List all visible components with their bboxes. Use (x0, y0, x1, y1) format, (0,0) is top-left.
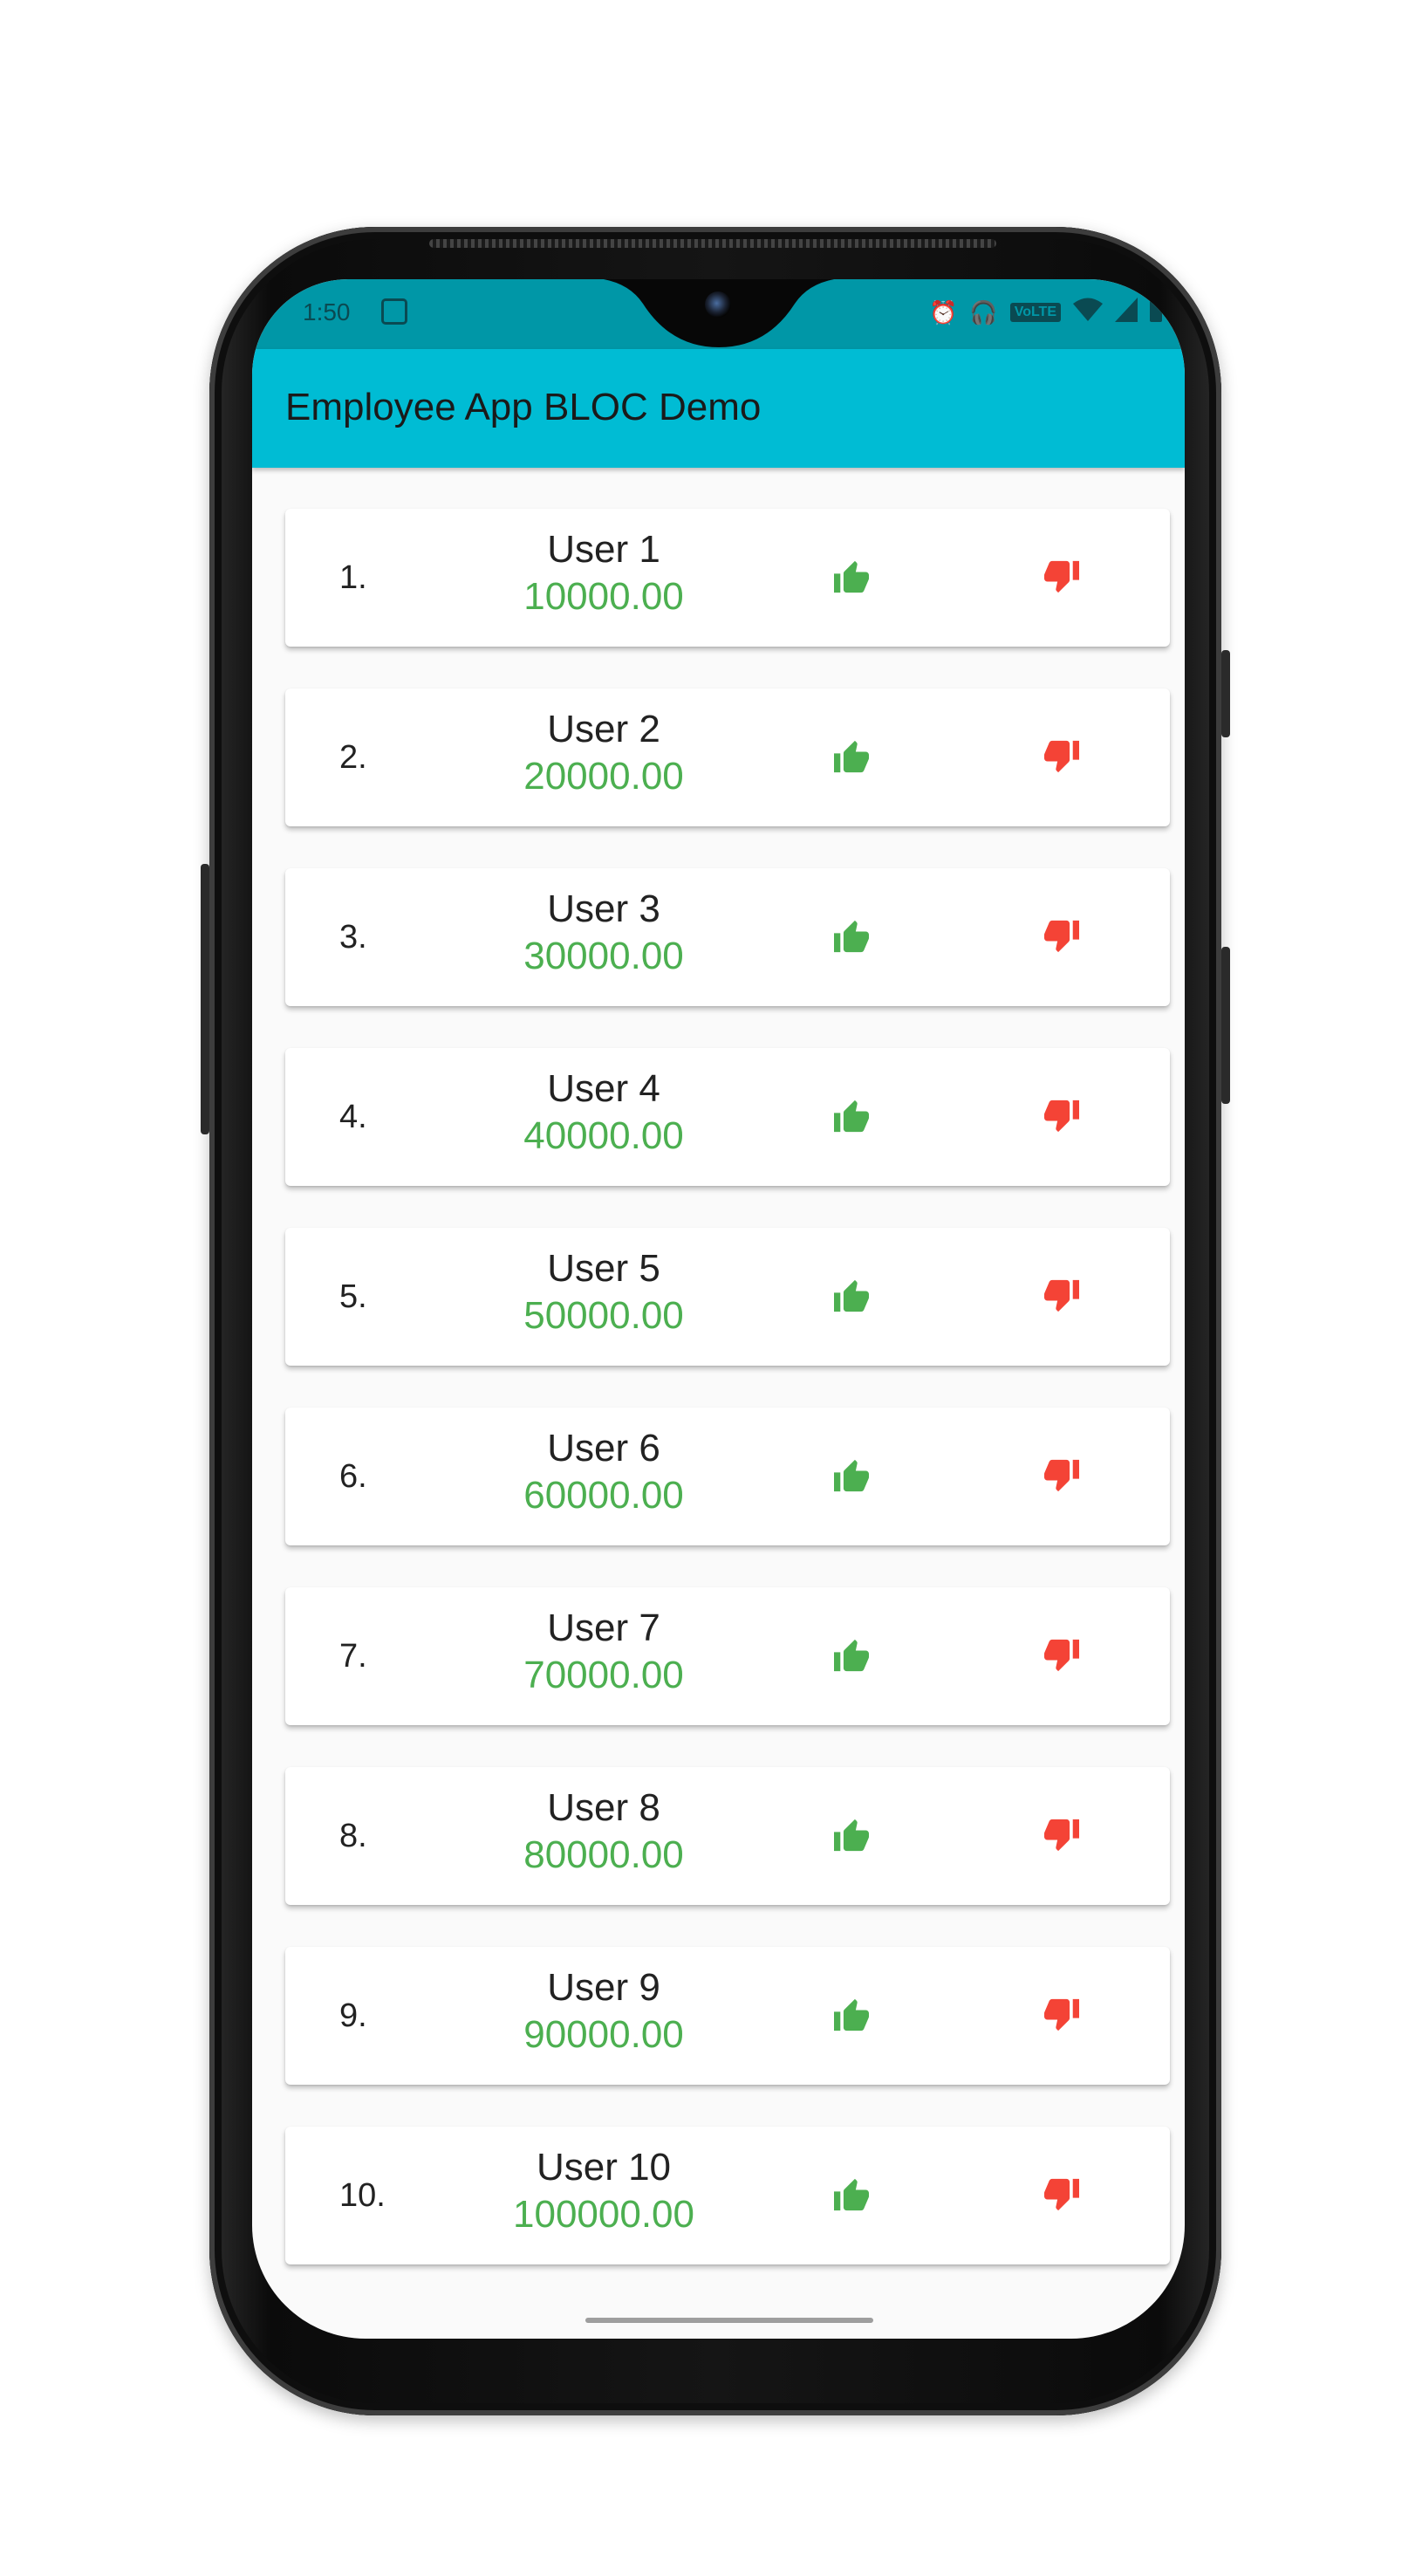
employee-card-8: 8. User 8 80000.00 (285, 1767, 1170, 1905)
thumb-up-icon[interactable] (831, 915, 872, 957)
thumb-down-icon[interactable] (1041, 1634, 1083, 1676)
page: 1:50 ⏰ 🎧 VoLTE Employee App BLOC Demo 1.… (0, 0, 1422, 2576)
employee-salary: 10000.00 (523, 575, 684, 618)
employee-index: 8. (339, 1818, 367, 1854)
thumb-down-icon[interactable] (1041, 2174, 1083, 2216)
thumb-down-icon[interactable] (1041, 915, 1083, 957)
employee-card-10: 10. User 10 100000.00 (285, 2127, 1170, 2264)
thumb-down-icon[interactable] (1041, 736, 1083, 778)
employee-name: User 2 (547, 708, 660, 750)
home-indicator[interactable] (585, 2318, 873, 2323)
employee-name: User 8 (547, 1786, 660, 1829)
earpiece-speaker (429, 239, 996, 248)
thumb-down-icon[interactable] (1041, 1814, 1083, 1856)
thumb-up-icon[interactable] (831, 2174, 872, 2216)
employee-salary: 100000.00 (513, 2193, 694, 2236)
app-bar-title: Employee App BLOC Demo (285, 386, 762, 428)
employee-index: 9. (339, 1997, 367, 2034)
employee-index: 7. (339, 1638, 367, 1675)
employee-name: User 4 (547, 1067, 660, 1110)
thumb-up-icon[interactable] (831, 1994, 872, 2036)
thumb-down-icon[interactable] (1041, 1275, 1083, 1317)
thumb-up-icon[interactable] (831, 1275, 872, 1317)
employee-card-2: 2. User 2 20000.00 (285, 689, 1170, 826)
thumb-down-icon[interactable] (1041, 1095, 1083, 1137)
thumb-up-icon[interactable] (831, 1095, 872, 1137)
employee-index: 5. (339, 1278, 367, 1315)
employee-card-5: 5. User 5 50000.00 (285, 1228, 1170, 1366)
thumb-up-icon[interactable] (831, 556, 872, 598)
employee-name: User 9 (547, 1966, 660, 2009)
employee-index: 1. (339, 559, 367, 596)
employee-salary: 60000.00 (523, 1474, 684, 1517)
app-notification-icon (381, 298, 407, 325)
employee-card-1: 1. User 1 10000.00 (285, 509, 1170, 647)
status-time: 1:50 (303, 298, 351, 325)
thumb-down-icon[interactable] (1041, 1455, 1083, 1497)
employee-salary: 30000.00 (523, 935, 684, 977)
thumb-up-icon[interactable] (831, 1814, 872, 1856)
employee-index: 10. (339, 2177, 386, 2214)
employee-name: User 3 (547, 887, 660, 930)
employee-index: 2. (339, 739, 367, 776)
employee-salary: 20000.00 (523, 755, 684, 798)
volte-icon: VoLTE (1009, 303, 1061, 322)
screen: 1:50 ⏰ 🎧 VoLTE Employee App BLOC Demo 1.… (252, 279, 1185, 2339)
signal-icon (1115, 297, 1138, 328)
employee-name: User 7 (547, 1607, 660, 1649)
employee-index: 3. (339, 919, 367, 956)
employee-name: User 6 (547, 1427, 660, 1470)
thumb-down-icon[interactable] (1041, 556, 1083, 598)
alarm-icon: ⏰ (928, 298, 958, 325)
employee-name: User 1 (547, 528, 660, 571)
employee-name: User 5 (547, 1247, 660, 1290)
alert-slider (1221, 947, 1230, 1104)
employee-name: User 10 (536, 2146, 672, 2189)
employee-index: 6. (339, 1458, 367, 1495)
employee-salary: 40000.00 (523, 1114, 684, 1157)
employee-card-9: 9. User 9 90000.00 (285, 1947, 1170, 2085)
status-icons: ⏰ 🎧 VoLTE (929, 297, 1162, 328)
employee-index: 4. (339, 1099, 367, 1135)
app-bar: Employee App BLOC Demo (252, 349, 1185, 468)
power-button (1221, 650, 1230, 737)
headphones-icon: 🎧 (969, 298, 998, 325)
thumb-up-icon[interactable] (831, 736, 872, 778)
thumb-up-icon[interactable] (831, 1634, 872, 1676)
wifi-icon (1073, 298, 1103, 328)
employee-card-4: 4. User 4 40000.00 (285, 1048, 1170, 1186)
employee-card-6: 6. User 6 60000.00 (285, 1408, 1170, 1545)
volume-button (201, 864, 209, 1134)
front-camera (705, 291, 731, 318)
employee-list[interactable]: 1. User 1 10000.00 2. User 2 20000.00 3.… (285, 509, 1170, 2306)
employee-card-3: 3. User 3 30000.00 (285, 868, 1170, 1006)
thumb-down-icon[interactable] (1041, 1994, 1083, 2036)
employee-salary: 50000.00 (523, 1294, 684, 1337)
thumb-up-icon[interactable] (831, 1455, 872, 1497)
employee-salary: 90000.00 (523, 2013, 684, 2056)
employee-salary: 70000.00 (523, 1654, 684, 1696)
battery-icon (1150, 297, 1162, 328)
employee-salary: 80000.00 (523, 1833, 684, 1876)
employee-card-7: 7. User 7 70000.00 (285, 1587, 1170, 1725)
